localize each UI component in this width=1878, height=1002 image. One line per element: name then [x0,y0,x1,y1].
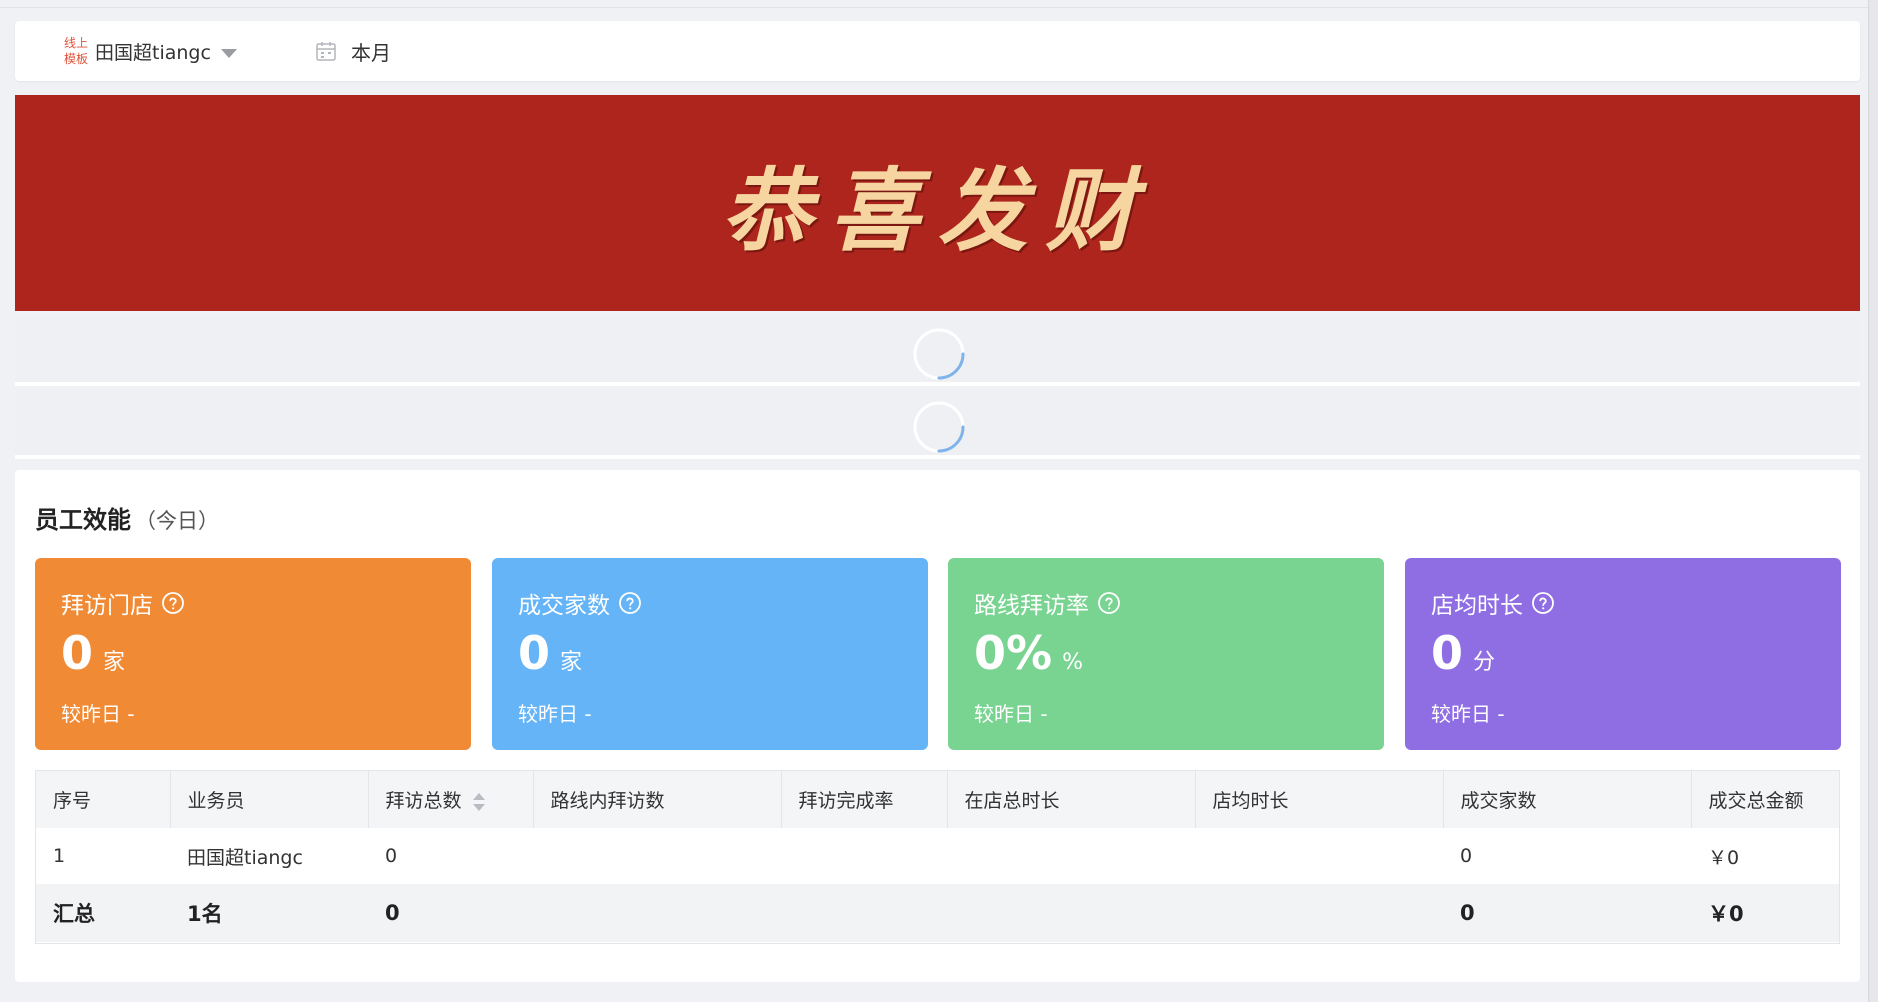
summary-cell-visit-completion [781,884,947,942]
banner-text: 恭喜发财 [721,158,1154,264]
cell-deal-count: 0 [1460,845,1473,867]
stat-card-compare: 较昨日 - [518,702,592,726]
loading-spinner-icon [913,401,965,453]
stat-card-title-text: 路线拜访率 [974,593,1089,619]
header-label: 在店总时长 [964,790,1060,812]
cell-route-visits [533,828,781,884]
stat-card-number: 0 [61,626,94,680]
header-col-salesperson: 业务员 [170,771,369,828]
header-col-visit-completion: 拜访完成率 [781,771,948,828]
cell-visit-completion [781,828,947,884]
date-range-label: 本月 [351,40,391,65]
sort-icon[interactable] [472,791,486,813]
stat-card-title: 路线拜访率 [974,586,1121,620]
summary-cell-salesperson: 1名 [187,902,223,926]
stat-card-value: 0家 [518,626,582,680]
loading-panel-1 [15,316,1860,386]
stat-card-route-visit-rate: 路线拜访率 0%% 较昨日 - [948,558,1384,750]
header-label: 序号 [53,790,92,812]
header-label: 成交总金额 [1708,790,1804,812]
user-dropdown-label: 田国超tiangc [95,41,211,64]
header-label: 路线内拜访数 [550,790,665,812]
stat-card-title: 店均时长 [1431,586,1555,620]
stat-card-title-text: 店均时长 [1431,593,1523,619]
stat-card-deal-count: 成交家数 0 家较昨日 - [492,558,928,750]
staff-table: 序号 业务员 拜访总数 路线内拜访数 拜访完成率 在店总时长 店均时长 成交家数 成交总金额 1… [35,770,1840,944]
summary-cell-total-store-time [947,884,1195,942]
header-label: 店均时长 [1212,790,1289,812]
summary-cell-avg-store-time [1195,884,1443,942]
summary-cell-route-visits [533,884,781,942]
header-label: 成交家数 [1460,790,1537,812]
stat-card-title: 成交家数 [518,586,642,620]
summary-cell-total-visits: 0 [385,901,400,925]
table-summary-row: 汇总 1名 0 0 ￥0 [36,884,1839,942]
greeting-banner: 恭喜发财 [15,95,1860,311]
staff-efficiency-section: 员工效能 （今日） 拜访门店 0 家较昨日 - 成交家数 0 家较昨日 - 路线拜访率 0%% 较… [15,470,1860,982]
stat-card-compare: 较昨日 - [1431,702,1505,726]
header-label: 拜访完成率 [798,790,894,812]
calendar-icon [316,42,336,61]
stat-card-compare: 较昨日 - [61,702,135,726]
help-icon[interactable] [161,591,185,615]
header-col-deal-amount: 成交总金额 [1691,771,1839,828]
summary-cell-deal-amount: ￥0 [1708,902,1744,926]
stat-card-value: 0家 [61,626,125,680]
help-icon[interactable] [1097,591,1121,615]
section-subtitle: （今日） [135,509,219,533]
header-col-deal-count: 成交家数 [1443,771,1692,828]
help-icon[interactable] [618,591,642,615]
stat-card-unit: 分 [1473,650,1496,675]
stat-card-unit: 家 [103,650,126,675]
stat-card-number: 0 [1431,626,1464,680]
header-col-total-store-time: 在店总时长 [947,771,1196,828]
stat-card-compare: 较昨日 - [974,702,1048,726]
stat-card-number: 0% [974,626,1053,680]
section-title-text: 员工效能 [35,506,131,534]
cell-salesperson: 田国超tiangc [187,846,303,869]
summary-cell-index: 汇总 [53,902,95,926]
stat-card-title: 拜访门店 [61,586,185,620]
stat-card-avg-store-time: 店均时长 0 分较昨日 - [1405,558,1841,750]
cell-total-store-time [947,828,1195,884]
stat-card-unit: % [1062,650,1084,675]
loading-spinner-icon [913,328,965,380]
header-col-avg-store-time: 店均时长 [1195,771,1444,828]
date-range-picker[interactable]: 本月 [315,21,391,81]
section-title: 员工效能 （今日） [35,500,219,535]
table-row[interactable]: 1 田国超tiangc 0 0 ￥0 [36,828,1839,884]
header-col-route-visits: 路线内拜访数 [533,771,782,828]
template-badge-line2: 模板 [63,52,88,66]
cell-index: 1 [53,845,66,867]
summary-cell-deal-count: 0 [1460,901,1475,925]
cell-deal-amount: ￥0 [1708,846,1740,869]
caret-down-icon [220,48,237,58]
window-top-border [0,0,1868,8]
header-label: 拜访总数 [385,790,462,812]
stat-card-visit-stores: 拜访门店 0 家较昨日 - [35,558,471,750]
header-col-total-visits[interactable]: 拜访总数 [368,771,534,828]
stat-card-value: 0%% [974,626,1083,680]
header-label: 业务员 [187,790,245,812]
scrollbar-track[interactable] [1868,0,1878,1002]
cell-avg-store-time [1195,828,1443,884]
user-dropdown[interactable]: 田国超tiangc [95,21,237,81]
table-header-row: 序号 业务员 拜访总数 路线内拜访数 拜访完成率 在店总时长 店均时长 成交家数 成交总金额 [36,771,1839,828]
stat-card-unit: 家 [560,650,583,675]
loading-panel-2 [15,389,1860,459]
cell-total-visits: 0 [385,845,398,867]
header-col-index: 序号 [36,771,171,828]
stat-card-number: 0 [518,626,551,680]
help-icon[interactable] [1531,591,1555,615]
stat-card-title-text: 成交家数 [518,593,610,619]
template-badge-line1: 线上 [63,36,88,50]
filter-toolbar: 线上 模板 田国超tiangc 本月 [15,21,1860,81]
stat-card-value: 0分 [1431,626,1495,680]
stat-card-title-text: 拜访门店 [61,593,153,619]
